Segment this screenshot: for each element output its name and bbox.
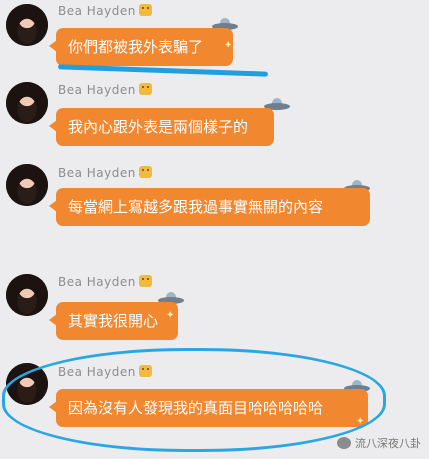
sender-name: Bea Hayden <box>58 275 152 289</box>
message-bubble[interactable]: 其實我很開心 <box>49 302 178 340</box>
avatar[interactable] <box>6 4 48 46</box>
sparkle-icon: ✦ <box>224 40 233 51</box>
wechat-icon <box>337 437 351 449</box>
emoji-badge-icon <box>138 166 152 178</box>
annotation-underline <box>57 64 269 77</box>
message-bubble[interactable]: 我內心跟外表是兩個樣子的 <box>49 108 274 146</box>
avatar[interactable] <box>6 274 48 316</box>
emoji-badge-icon <box>138 83 152 95</box>
sender-name: Bea Hayden <box>58 4 152 18</box>
sparkle-icon: ✦ <box>166 310 175 321</box>
watermark-text: 流八深夜八卦 <box>355 437 421 450</box>
avatar[interactable] <box>6 82 48 124</box>
annotation-circle <box>2 348 386 452</box>
message-bubble[interactable]: 你們都被我外表騙了 <box>49 28 233 66</box>
message-bubble[interactable]: 每當網上寫越多跟我過事實無關的內容 <box>49 188 370 226</box>
emoji-badge-icon <box>138 275 152 287</box>
sender-name: Bea Hayden <box>58 166 152 180</box>
emoji-badge-icon <box>138 4 152 16</box>
sender-name: Bea Hayden <box>58 83 152 97</box>
avatar[interactable] <box>6 164 48 206</box>
watermark: 流八深夜八卦 <box>337 435 421 451</box>
